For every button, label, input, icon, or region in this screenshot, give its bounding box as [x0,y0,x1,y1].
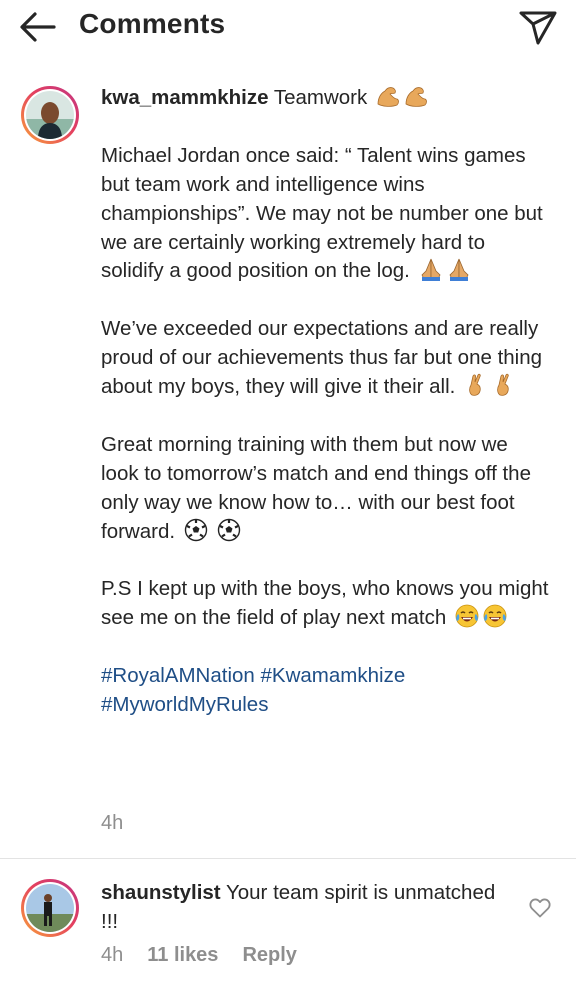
page-title: Comments [79,8,226,39]
reply-button[interactable]: Reply [242,944,296,967]
post-caption: kwa_mammkhize Teamwork Michael Jordan on… [101,84,551,720]
tears-of-joy-emoji [482,604,508,628]
post-timestamp: 4h [101,812,124,834]
divider [0,858,576,859]
post-author-username[interactable]: kwa_mammkhize [101,86,269,109]
post-author-avatar[interactable] [21,86,79,144]
caption-paragraph: We’ve exceeded our expectations and are … [101,317,543,399]
soccer-ball-emoji [216,518,242,542]
folded-hands-emoji [418,257,444,281]
caption-title: Teamwork [273,86,368,109]
crossed-fingers-emoji [491,373,517,397]
arrow-left-icon[interactable] [18,10,58,44]
flexed-biceps-emoji [375,84,401,108]
comment-meta: 4h 11 likes Reply [101,944,321,967]
comment-likes-count[interactable]: 11 likes [147,944,218,967]
comment-body: shaunstylist Your team spirit is unmatch… [101,878,501,936]
caption-paragraph: Great morning training with them but now… [101,432,531,543]
caption-paragraph: Michael Jordan once said: “ Talent wins … [101,143,543,283]
caption-first-line: kwa_mammkhize Teamwork [101,84,551,113]
caption-paragraph: P.S I kept up with the boys, who knows y… [101,577,549,630]
flexed-biceps-emoji [403,84,429,108]
hashtag-list: #RoyalAMNation #Kwamamkhize #MyworldMyRul… [101,662,551,720]
comment-timestamp: 4h [101,944,124,966]
soccer-ball-emoji [183,518,209,542]
folded-hands-emoji [446,257,472,281]
avatar-photo [26,91,74,139]
tears-of-joy-emoji [454,604,480,628]
commenter-avatar[interactable] [21,879,79,937]
top-bar: Comments [0,0,576,56]
heart-outline-icon[interactable] [528,896,552,920]
avatar-photo [26,884,74,932]
commenter-username[interactable]: shaunstylist [101,881,221,904]
paper-plane-icon[interactable] [518,8,558,46]
hashtag-link[interactable]: #RoyalAMNation [101,664,255,687]
crossed-fingers-emoji [463,373,489,397]
hashtag-link[interactable]: #Kwamamkhize [261,664,406,687]
hashtag-link[interactable]: #MyworldMyRules [101,693,268,716]
